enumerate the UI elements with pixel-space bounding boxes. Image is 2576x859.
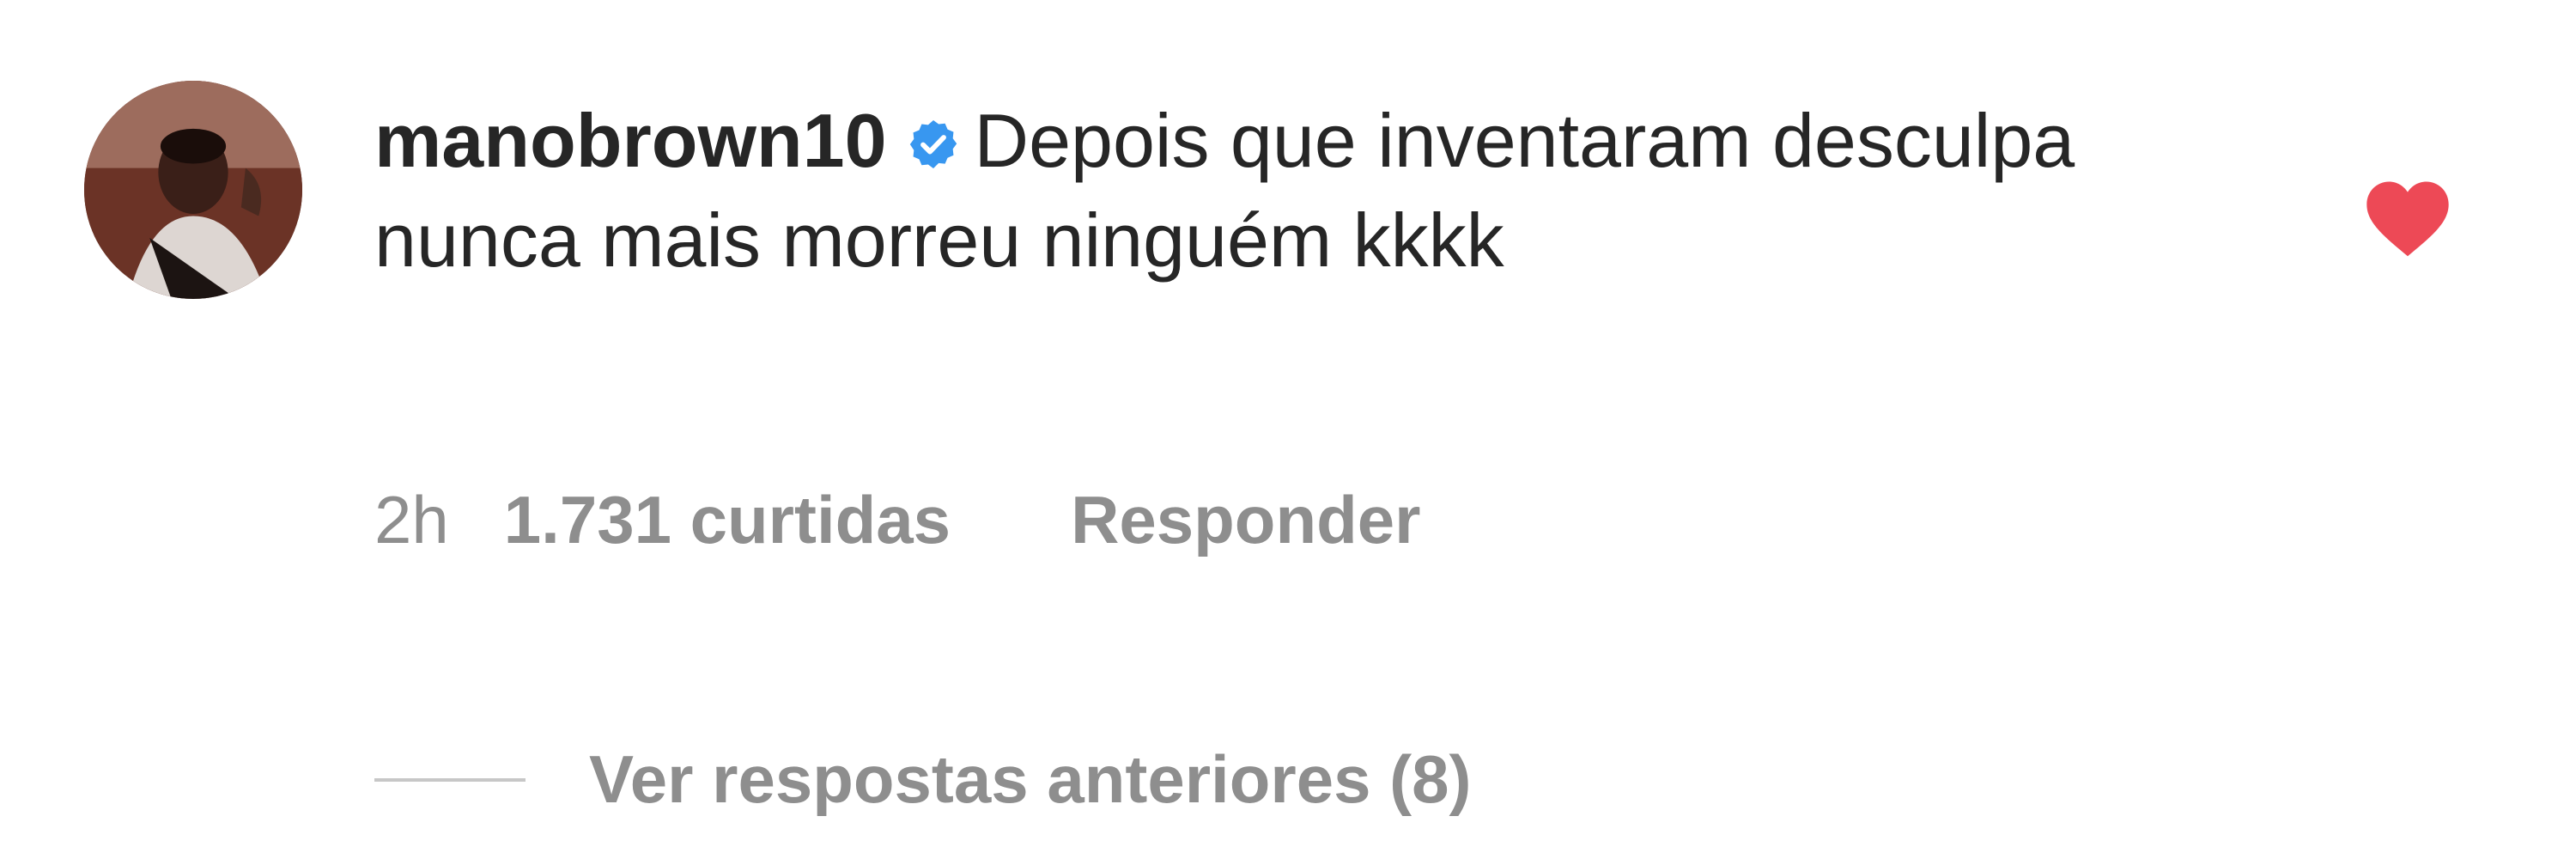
username-link[interactable]: manobrown10 <box>374 98 887 183</box>
likes-count-link[interactable]: 1.731 curtidas <box>504 482 951 557</box>
avatar[interactable] <box>84 81 302 299</box>
view-replies-button[interactable]: Ver respostas anteriores (8) <box>374 740 1471 819</box>
like-button[interactable] <box>2363 177 2452 259</box>
comment-meta: 2h 1.731 curtidas Responder <box>374 481 1420 559</box>
view-replies-label: Ver respostas anteriores (8) <box>589 741 1472 817</box>
comment-body: manobrown10 Depois que inventaram descul… <box>374 91 2229 290</box>
comment-time: 2h <box>374 482 449 557</box>
comment: manobrown10 Depois que inventaram descul… <box>0 0 2576 859</box>
heart-icon <box>2366 181 2449 257</box>
reply-button[interactable]: Responder <box>1071 482 1420 557</box>
avatar-photo <box>84 81 302 299</box>
replies-divider <box>374 777 526 782</box>
verified-badge-icon <box>909 120 957 168</box>
